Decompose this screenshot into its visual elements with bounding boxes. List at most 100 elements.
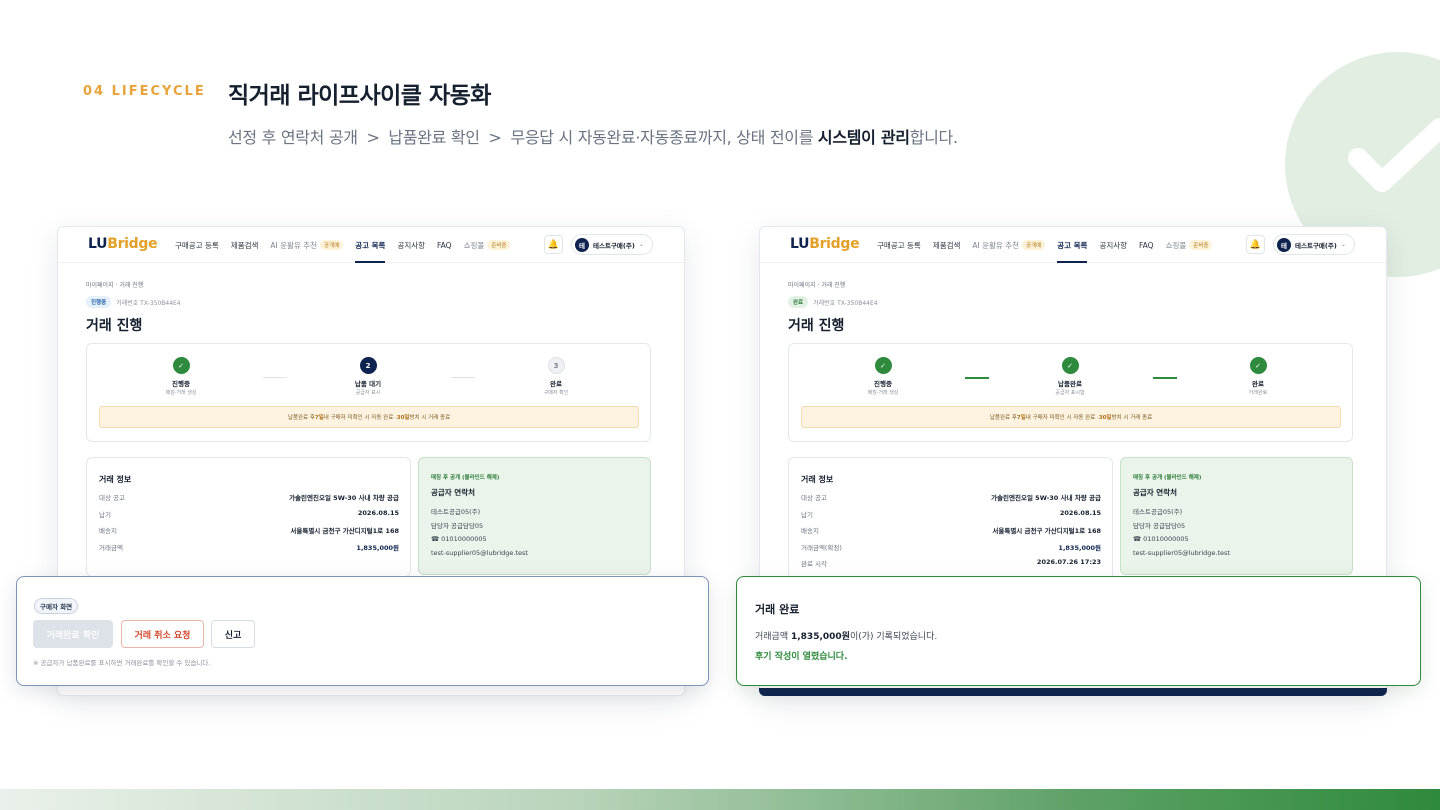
subline-tail: 합니다. <box>909 128 958 147</box>
nav-links: 구매공고 등록 제품검색 AI 윤활유 추천 공개예 공고 목록 공지사항 FAQ… <box>877 227 1213 263</box>
avatar: 테 <box>1277 237 1291 252</box>
check-icon: ✓ <box>172 357 190 374</box>
contact-manager: 담당자 공급담당05 <box>431 522 484 530</box>
step-label: 완료 <box>1252 380 1264 388</box>
nav-tag: 준비중 <box>1189 240 1213 250</box>
breadcrumb: 마이페이지 · 거래 진행 <box>86 282 144 289</box>
chevron-right-icon: > <box>366 128 380 147</box>
nav-item-product-search[interactable]: 제품검색 <box>933 227 961 263</box>
info-row: 배송지 서울특별시 금천구 가산디지털1로 168 <box>99 527 399 535</box>
info-row: 대상 공고 가솔린엔진오일 5W-30 사내 차량 공급 <box>99 494 399 502</box>
info-row: 거래금액(확정) 1,835,000원 <box>801 544 1101 552</box>
step-connector <box>965 377 989 379</box>
contact-title: 공급자 연락처 <box>431 488 476 497</box>
check-icon: ✓ <box>1061 357 1079 374</box>
progress-stepper: ✓ 진행중 매칭·거래 생성 2 납품 대기 공급자 표시 3 완료 구매자 확… <box>86 343 651 442</box>
section-title: 거래 정보 <box>99 475 132 484</box>
chevron-down-icon: ⌄ <box>638 241 644 248</box>
step-number: 3 <box>547 357 565 374</box>
breadcrumb: 마이페이지 · 거래 진행 <box>788 282 846 289</box>
nav-item-purchase-register[interactable]: 구매공고 등록 <box>175 227 219 263</box>
page-title: 거래 진행 <box>86 318 143 334</box>
section-eyebrow: 04 LIFECYCLE <box>83 84 206 99</box>
step-1: ✓ 진행중 매칭·거래 생성 <box>121 357 241 396</box>
info-row: 배송지 서울특별시 금천구 가산디지털1로 168 <box>801 527 1101 535</box>
nav-item-shop[interactable]: 쇼핑몰 준비중 <box>464 227 511 263</box>
contact-eyebrow: 매칭 후 공개 (블라인드 해제) <box>431 475 500 481</box>
info-row: 대상 공고 가솔린엔진오일 5W-30 사내 차량 공급 <box>801 494 1101 502</box>
check-icon: ✓ <box>874 357 892 374</box>
step-label: 납품 대기 <box>354 380 382 388</box>
nav-item-faq[interactable]: FAQ <box>437 227 452 263</box>
step-label: 진행중 <box>874 380 892 388</box>
step-sub: 공급자 표시함 <box>1055 390 1085 396</box>
avatar: 테 <box>575 237 589 252</box>
step-label: 완료 <box>550 380 562 388</box>
step-sub: 거래완료 <box>1248 390 1268 396</box>
step-sub: 매칭·거래 생성 <box>165 390 197 396</box>
subline-step-2: 납품완료 확인 <box>388 128 480 147</box>
chevron-down-icon: ⌄ <box>1340 241 1346 248</box>
user-name: 테스트구매(주) <box>1295 241 1337 250</box>
slide-subline: 선정 후 연락처 공개 > 납품완료 확인 > 무응답 시 자동완료·자동종료까… <box>228 124 958 148</box>
report-button[interactable]: 신고 <box>211 620 255 648</box>
status-badge: 진행중 <box>86 296 112 308</box>
contact-title: 공급자 연락처 <box>1133 488 1178 497</box>
user-menu[interactable]: 테 테스트구매(주) ⌄ <box>571 234 653 255</box>
bottom-gradient-bar <box>0 789 1440 810</box>
subline-emphasis: 시스템이 관리 <box>817 128 910 147</box>
nav-item-notice[interactable]: 공지사항 <box>1099 227 1127 263</box>
page-title: 거래 진행 <box>788 318 845 334</box>
step-label: 납품완료 <box>1058 380 1082 388</box>
contact-phone: ☎ 01010000005 <box>431 535 487 543</box>
cancel-request-button[interactable]: 거래 취소 요청 <box>121 620 204 648</box>
info-row: 거래금액 1,835,000원 <box>99 544 399 552</box>
contact-company: 테스트공급05(주) <box>1133 508 1183 516</box>
buyer-action-panel: 구매자 화면 거래완료 확인 거래 취소 요청 신고 ※ 공급자가 납품완료를 … <box>16 576 709 686</box>
info-row: 완료 시각 2026.07.26 17:23 <box>801 558 1101 568</box>
nav-tag: 준비중 <box>487 240 511 250</box>
helper-note: ※ 공급자가 납품완료를 표시하면 거래완료를 확인할 수 있습니다. <box>33 659 211 667</box>
top-nav: LUBridge 구매공고 등록 제품검색 AI 윤활유 추천 공개예 공고 목록… <box>58 227 684 263</box>
transaction-id: 거래번호 TX-350B44E4 <box>813 299 878 307</box>
nav-item-faq[interactable]: FAQ <box>1139 227 1154 263</box>
nav-item-product-search[interactable]: 제품검색 <box>231 227 259 263</box>
step-2: 2 납품 대기 공급자 표시 <box>308 357 428 396</box>
logo[interactable]: LUBridge <box>88 236 158 252</box>
supplier-contact: 매칭 후 공개 (블라인드 해제) 공급자 연락처 테스트공급05(주) 담당자… <box>418 457 651 575</box>
nav-item-ai-recommend[interactable]: AI 윤활유 추천 공개예 <box>270 227 344 263</box>
nav-item-ai-recommend[interactable]: AI 윤활유 추천 공개예 <box>972 227 1046 263</box>
nav-item-listing[interactable]: 공고 목록 <box>1057 227 1088 263</box>
review-open-message: 후기 작성이 열렸습니다. <box>755 652 848 662</box>
check-icon <box>1348 118 1440 192</box>
step-connector <box>451 377 475 378</box>
contact-eyebrow: 매칭 후 공개 (블라인드 해제) <box>1133 475 1202 481</box>
logo[interactable]: LUBridge <box>790 236 860 252</box>
subline-step-3: 무응답 시 자동완료·자동종료까지, 상태 전이를 <box>510 128 818 147</box>
nav-item-purchase-register[interactable]: 구매공고 등록 <box>877 227 921 263</box>
bell-icon[interactable]: 🔔 <box>544 235 563 254</box>
step-sub: 구매자 확인 <box>543 390 569 396</box>
subline-step-1: 선정 후 연락처 공개 <box>228 128 358 147</box>
nav-item-shop[interactable]: 쇼핑몰 준비중 <box>1166 227 1213 263</box>
transaction-info: 거래 정보 대상 공고 가솔린엔진오일 5W-30 사내 차량 공급 납기 2026… <box>788 457 1113 587</box>
nav-item-notice[interactable]: 공지사항 <box>397 227 425 263</box>
nav-item-listing[interactable]: 공고 목록 <box>355 227 386 263</box>
completion-message: 거래금액 1,835,000원이(가) 기록되었습니다. <box>755 632 938 642</box>
user-menu[interactable]: 테 테스트구매(주) ⌄ <box>1273 234 1355 255</box>
contact-manager: 담당자 공급담당05 <box>1133 522 1186 530</box>
status-row: 진행중 거래번호 TX-350B44E4 <box>86 296 181 308</box>
step-connector <box>263 377 287 378</box>
chevron-right-icon: > <box>488 128 502 147</box>
completion-title: 거래 완료 <box>755 603 800 616</box>
info-row: 납기 2026.08.15 <box>99 509 399 519</box>
transaction-id: 거래번호 TX-350B44E4 <box>116 299 181 307</box>
step-3: 3 완료 구매자 확인 <box>496 357 616 396</box>
bell-icon[interactable]: 🔔 <box>1246 235 1265 254</box>
confirm-complete-button[interactable]: 거래완료 확인 <box>33 620 113 648</box>
slide-headline: 직거래 라이프사이클 자동화 <box>228 83 491 109</box>
info-row: 납기 2026.08.15 <box>801 509 1101 519</box>
step-number: 2 <box>359 357 377 374</box>
completion-panel: 거래 완료 거래금액 1,835,000원이(가) 기록되었습니다. 후기 작성… <box>736 576 1421 686</box>
status-row: 완료 거래번호 TX-350B44E4 <box>788 296 878 308</box>
